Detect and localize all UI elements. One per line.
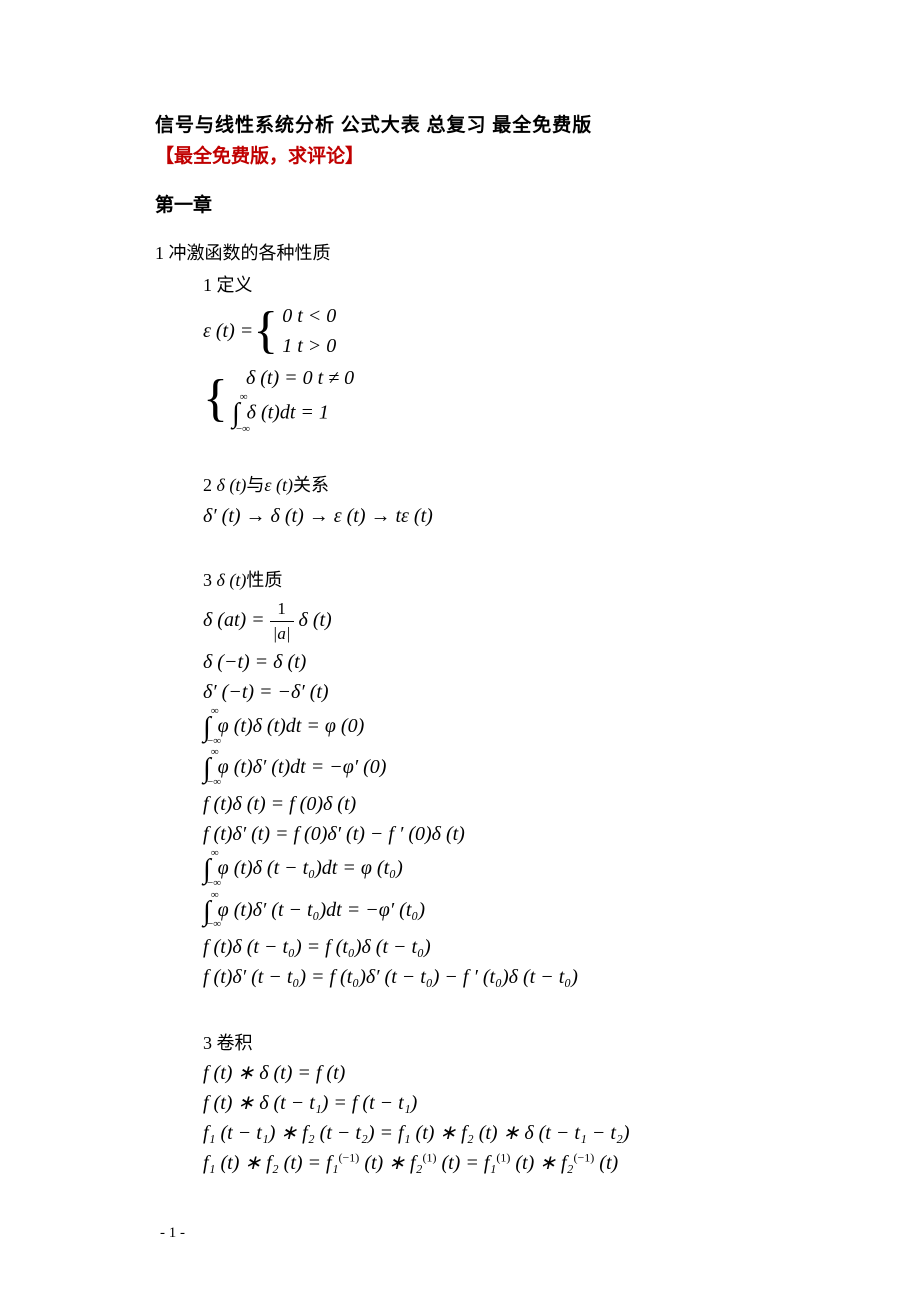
eq-delta-row1: δ (t) = 0 t ≠ 0 [232,363,354,393]
doc-subtitle: 【最全免费版，求评论】 [155,141,765,168]
eq-int-phi-deltaprime: ∫∞−∞ φ (t)δ′ (t)dt = −φ′ (0) [203,749,765,788]
eq-conv4-p5: (t) [594,1152,618,1174]
brace-left-icon: { [203,378,228,420]
eq-conv-delta: f (t) ∗ δ (t) = f (t) [203,1059,765,1087]
sub2-label-num: 2 [203,475,217,495]
sub2-label: 2 δ (t)与ε (t)关系 [203,473,765,498]
eq-delta-def: { δ (t) = 0 t ≠ 0 ∫∞−∞ δ (t)dt = 1 [203,363,765,435]
eq-delta-scale: δ (at) = 1|a| δ (t) [203,597,765,646]
eq-conv-shift-combine: f₁ (t − t₁) ∗ f₂ (t − t₂) = f₁ (t) ∗ f₂ … [203,1119,765,1147]
eq-deltaprime-odd: δ′ (−t) = −δ′ (t) [203,678,765,706]
sub3-label: 3 δ (t)性质 [203,568,765,593]
eq-delta-row2-text: δ (t)dt = 1 [242,402,329,424]
sub2-label-mid: 与 [246,475,264,495]
eq-int4-text: φ (t)δ′ (t − t₀)dt = −φ′ (t₀) [213,899,425,921]
eq-int2-text: φ (t)δ′ (t)dt = −φ′ (0) [213,756,387,778]
eq-epsilon-row1: 0 t < 0 [282,301,336,331]
eq-conv4-p3: (t) = f₁ [436,1152,496,1174]
frac-den: |a| [270,622,294,646]
eq-delta-epsilon-chain: δ′ (t) → δ (t) → ε (t) → tε (t) [203,502,765,530]
eq-delta-row2: ∫∞−∞ δ (t)dt = 1 [232,393,354,435]
integral-icon: ∫∞−∞ [203,850,211,889]
eq-conv-deriv-integ: f₁ (t) ∗ f₂ (t) = f₁(−1) (t) ∗ f₂(1) (t)… [203,1149,765,1177]
chapter-heading: 第一章 [155,190,765,217]
eq-epsilon-def: ε (t) = { 0 t < 0 1 t > 0 [203,301,765,361]
sub4-label: 3 卷积 [203,1029,765,1055]
eq-f-delta: f (t)δ (t) = f (0)δ (t) [203,790,765,818]
brace-left-icon: { [253,310,278,352]
fraction: 1|a| [270,597,294,646]
sub2-label-suffix: 关系 [293,475,329,495]
eq-conv4-sup4: (−1) [574,1150,595,1164]
sub3-label-suffix: 性质 [246,570,282,590]
eq-delta-scale-right: δ (t) [294,609,332,631]
frac-num: 1 [270,597,294,622]
integral-icon: ∫∞−∞ [203,892,211,931]
eq-conv-delta-shift: f (t) ∗ δ (t − t₁) = f (t − t₁) [203,1089,765,1117]
sub3-label-num: 3 [203,570,217,590]
sub2-label-math2: ε (t) [264,475,293,495]
eq-int-phi-delta: ∫∞−∞ φ (t)δ (t)dt = φ (0) [203,708,765,747]
sub3-label-math: δ (t) [217,570,247,590]
eq-delta-scale-left: δ (at) = [203,609,270,631]
eq-delta-even: δ (−t) = δ (t) [203,648,765,676]
doc-title: 信号与线性系统分析 公式大表 总复习 最全免费版 [155,110,765,137]
eq-epsilon-row2: 1 t > 0 [282,331,336,361]
integral-icon: ∫∞−∞ [203,708,211,747]
eq-f-deltaprime: f (t)δ′ (t) = f (0)δ′ (t) − f ′ (0)δ (t) [203,820,765,848]
integral-icon: ∫∞−∞ [232,393,240,435]
eq-conv4-p2: (t) ∗ f₂ [359,1152,422,1174]
eq-conv4-p1: f₁ (t) ∗ f₂ (t) = f₁ [203,1152,339,1174]
eq-int1-text: φ (t)δ (t)dt = φ (0) [213,715,365,737]
eq-f-delta-t0: f (t)δ (t − t₀) = f (t₀)δ (t − t₀) [203,933,765,961]
integral-icon: ∫∞−∞ [203,749,211,788]
sub1-label: 1 定义 [203,271,765,297]
eq-conv4-p4: (t) ∗ f₂ [510,1152,573,1174]
eq-int-phi-delta-t0: ∫∞−∞ φ (t)δ (t − t₀)dt = φ (t₀) [203,850,765,889]
eq-epsilon-left: ε (t) = [203,317,253,345]
sub2-label-math1: δ (t) [217,475,247,495]
eq-conv4-sup3: (1) [496,1150,510,1164]
eq-conv4-sup1: (−1) [339,1150,360,1164]
eq-f-deltaprime-t0: f (t)δ′ (t − t₀) = f (t₀)δ′ (t − t₀) − f… [203,963,765,991]
section-1-heading: 1 冲激函数的各种性质 [155,239,765,265]
eq-int-phi-deltaprime-t0: ∫∞−∞ φ (t)δ′ (t − t₀)dt = −φ′ (t₀) [203,892,765,931]
eq-int3-text: φ (t)δ (t − t₀)dt = φ (t₀) [213,858,403,880]
page-number: - 1 - [160,1225,185,1242]
eq-conv4-sup2: (1) [422,1150,436,1164]
